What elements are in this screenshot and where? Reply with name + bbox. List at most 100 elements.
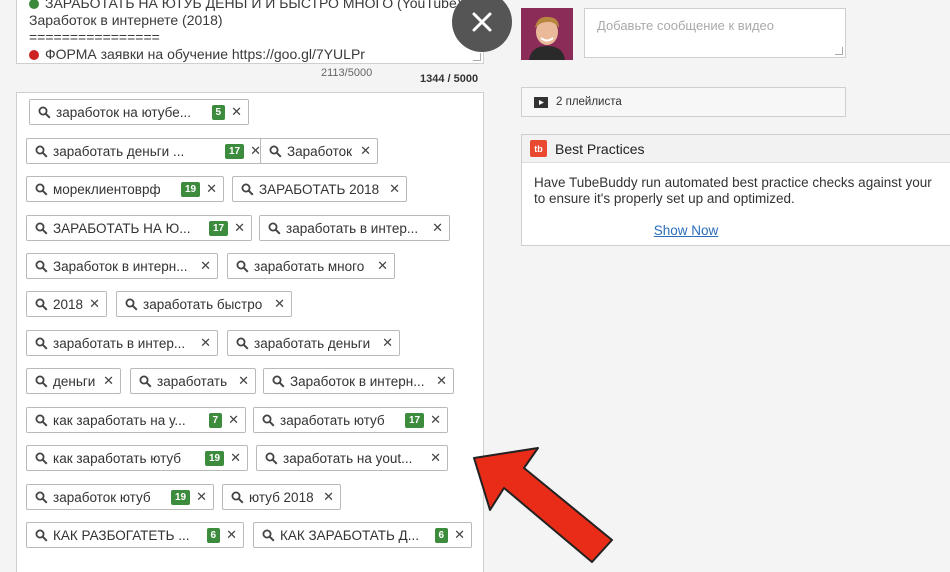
tag-text: Заработок — [287, 143, 353, 159]
red-circle-icon — [29, 50, 39, 60]
tag-text: заработок ютуб — [53, 489, 151, 505]
remove-tag-icon[interactable]: ✕ — [389, 181, 400, 197]
tag-chip[interactable]: мореклиентоврф 19 ✕ — [26, 176, 224, 202]
search-icon — [38, 106, 51, 119]
tag-score-badge: 5 — [211, 104, 226, 120]
tag-chip[interactable]: заработать быстро ✕ — [116, 291, 292, 317]
remove-tag-icon[interactable]: ✕ — [436, 373, 447, 389]
tag-chip[interactable]: ЗАРАБОТАТЬ 2018 ✕ — [232, 176, 407, 202]
remove-tag-icon[interactable]: ✕ — [382, 335, 393, 351]
red-arrow-annotation — [473, 447, 613, 563]
tag-chip[interactable]: заработать ютуб 17 ✕ — [253, 407, 448, 433]
remove-tag-icon[interactable]: ✕ — [206, 181, 217, 197]
description-line-2: Заработок в интернете (2018) — [29, 12, 223, 28]
tag-text: заработать в интер... — [286, 220, 419, 236]
tag-chip[interactable]: заработать на yout... ✕ — [256, 445, 448, 471]
tag-score-badge: 19 — [170, 489, 191, 505]
tag-text: КАК РАЗБОГАТЕТЬ ... — [53, 527, 190, 543]
tag-text: деньги — [53, 373, 96, 389]
search-icon — [265, 452, 278, 465]
video-message-placeholder: Добавьте сообщение к видео — [597, 18, 774, 33]
search-icon — [35, 452, 48, 465]
tag-chip[interactable]: как заработать ютуб 19 ✕ — [26, 445, 248, 471]
remove-tag-icon[interactable]: ✕ — [231, 104, 242, 120]
remove-tag-icon[interactable]: ✕ — [360, 143, 371, 159]
warning-icon — [29, 0, 39, 9]
tag-chip[interactable]: Заработок ✕ — [260, 138, 378, 164]
description-textarea[interactable]: ЗАРАБОТАТЬ НА ЮТУБ ДЕНЬГИ И БЫСТРО МНОГО… — [16, 0, 484, 64]
remove-tag-icon[interactable]: ✕ — [200, 258, 211, 274]
search-icon — [262, 529, 275, 542]
tag-chip[interactable]: как заработать на у... 7 ✕ — [26, 407, 246, 433]
remove-tag-icon[interactable]: ✕ — [234, 220, 245, 236]
tag-chip[interactable]: Заработок в интерн... ✕ — [263, 368, 454, 394]
remove-tag-icon[interactable]: ✕ — [200, 335, 211, 351]
search-icon — [241, 183, 254, 196]
search-icon — [139, 375, 152, 388]
tag-text: Заработок в интерн... — [53, 258, 188, 274]
tag-chip[interactable]: ЗАРАБОТАТЬ НА Ю... 17 ✕ — [26, 215, 252, 241]
playlists-button[interactable]: 2 плейлиста — [521, 87, 846, 117]
tag-chip[interactable]: заработать деньги ... 17 ✕ — [26, 138, 268, 164]
tag-score-badge: 19 — [204, 450, 225, 466]
tag-chip[interactable]: заработать много ✕ — [227, 253, 395, 279]
tag-score-badge: 19 — [180, 181, 201, 197]
resize-handle-icon[interactable] — [835, 47, 843, 55]
tag-chip[interactable]: 2018 ✕ — [26, 291, 107, 317]
resize-handle-icon[interactable] — [473, 53, 481, 61]
close-button[interactable] — [452, 0, 512, 52]
playlists-label: 2 плейлиста — [556, 96, 622, 108]
search-icon — [236, 260, 249, 273]
remove-tag-icon[interactable]: ✕ — [274, 296, 285, 312]
tag-text: заработать много — [254, 258, 365, 274]
video-message-input[interactable]: Добавьте сообщение к видео — [584, 8, 846, 58]
tag-text: Заработок в интерн... — [290, 373, 425, 389]
tag-text: заработать быстро — [143, 296, 263, 312]
tag-chip[interactable]: КАК РАЗБОГАТЕТЬ ... 6 ✕ — [26, 522, 244, 548]
tag-text: ЗАРАБОТАТЬ НА Ю... — [53, 220, 191, 236]
remove-tag-icon[interactable]: ✕ — [89, 296, 100, 312]
remove-tag-icon[interactable]: ✕ — [226, 527, 237, 543]
tag-text: заработать на yout... — [283, 450, 413, 466]
search-icon — [35, 298, 48, 311]
tag-chip[interactable]: заработок ютуб 19 ✕ — [26, 484, 214, 510]
tag-chip[interactable]: ютуб 2018 ✕ — [222, 484, 341, 510]
remove-tag-icon[interactable]: ✕ — [238, 373, 249, 389]
description-line-4: ФОРМА заявки на обучение https://goo.gl/… — [45, 46, 365, 62]
search-icon — [35, 491, 48, 504]
tag-chip[interactable]: заработать ✕ — [130, 368, 256, 394]
remove-tag-icon[interactable]: ✕ — [432, 220, 443, 236]
tag-chip[interactable]: КАК ЗАРАБОТАТЬ Д... 6 ✕ — [253, 522, 472, 548]
best-practices-panel: tb Best Practices Have TubeBuddy run aut… — [521, 134, 950, 246]
best-practices-text-1: Have TubeBuddy run automated best practi… — [534, 175, 932, 190]
remove-tag-icon[interactable]: ✕ — [430, 450, 441, 466]
search-icon — [262, 414, 275, 427]
tag-score-badge: 17 — [208, 220, 229, 236]
search-icon — [236, 337, 249, 350]
search-icon — [35, 145, 48, 158]
tag-score-badge: 6 — [434, 527, 449, 543]
tag-score-badge: 6 — [206, 527, 221, 543]
tag-text: 2018 — [53, 296, 84, 312]
remove-tag-icon[interactable]: ✕ — [430, 412, 441, 428]
tag-chip[interactable]: заработать в интер... ✕ — [259, 215, 450, 241]
remove-tag-icon[interactable]: ✕ — [377, 258, 388, 274]
tag-chip[interactable]: заработать в интер... ✕ — [26, 330, 218, 356]
tag-chip[interactable]: заработать деньги ✕ — [227, 330, 400, 356]
description-char-count: 2113/5000 — [321, 67, 373, 79]
tag-chip[interactable]: Заработок в интерн... ✕ — [26, 253, 218, 279]
remove-tag-icon[interactable]: ✕ — [228, 412, 239, 428]
tag-chip[interactable]: заработок на ютубе... 5 ✕ — [29, 99, 249, 125]
remove-tag-icon[interactable]: ✕ — [103, 373, 114, 389]
tag-text: ютуб 2018 — [249, 489, 314, 505]
tag-chip[interactable]: деньги ✕ — [26, 368, 121, 394]
show-now-link[interactable]: Show Now — [534, 223, 948, 239]
best-practices-header: tb Best Practices — [522, 135, 950, 163]
search-icon — [125, 298, 138, 311]
remove-tag-icon[interactable]: ✕ — [196, 489, 207, 505]
tags-box[interactable]: заработок на ютубе... 5 ✕ заработать деньг… — [16, 92, 484, 572]
remove-tag-icon[interactable]: ✕ — [323, 489, 334, 505]
search-icon — [231, 491, 244, 504]
tag-text: КАК ЗАРАБОТАТЬ Д... — [280, 527, 419, 543]
remove-tag-icon[interactable]: ✕ — [230, 450, 241, 466]
